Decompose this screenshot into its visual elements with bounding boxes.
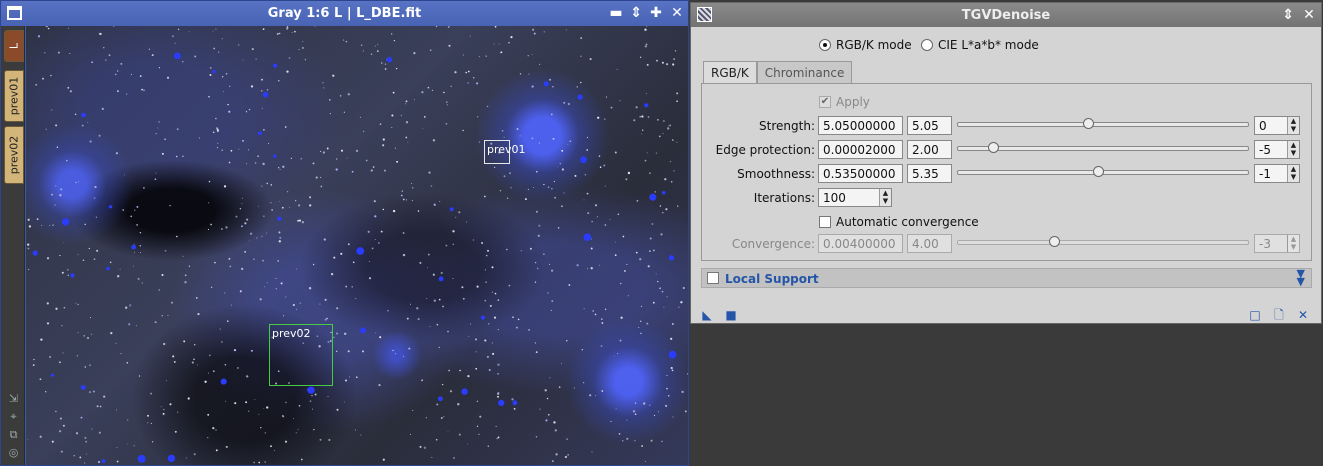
shade-icon[interactable]: ⇕	[627, 4, 645, 22]
spin-arrows-icon[interactable]: ▲ ▼	[1287, 165, 1299, 182]
expand-icon[interactable]: ▼ ▼	[1297, 268, 1305, 287]
close-icon[interactable]: ✕	[1300, 6, 1318, 24]
strength-short-field[interactable]: 5.05	[907, 116, 952, 135]
smoothness-exponent-spin[interactable]: -1 ▲ ▼	[1254, 164, 1300, 183]
process-body: RGB/K mode CIE L*a*b* mode RGB/K Chromin…	[691, 27, 1321, 323]
target-icon[interactable]: ◎	[7, 446, 20, 459]
tab-prev02[interactable]: prev02	[4, 126, 24, 184]
shade-icon[interactable]: ⇕	[1279, 6, 1297, 24]
close-icon[interactable]: ✕	[668, 4, 686, 22]
convergence-short-field[interactable]: 4.00	[907, 234, 952, 253]
strength-label: Strength:	[759, 119, 815, 133]
edge-protection-exponent-spin[interactable]: -5 ▲ ▼	[1254, 140, 1300, 159]
crosshair-icon[interactable]: ⌖	[7, 410, 20, 423]
rgbk-tab-pane: ✔ Apply Strength: 5.05000000 5.05 0 ▲ ▼ E…	[701, 83, 1312, 261]
image-window-titlebar[interactable]: Gray 1:6 L | L_DBE.fit ▬ ⇕ ✚ ✕	[1, 1, 688, 26]
radio-selected-icon	[819, 39, 831, 51]
convergence-exponent-spin[interactable]: -3 ▲ ▼	[1254, 234, 1300, 253]
edge-protection-slider[interactable]	[957, 142, 1249, 153]
spin-arrows-icon[interactable]: ▲ ▼	[1287, 235, 1299, 252]
image-viewport[interactable]: prev01 prev02	[26, 26, 688, 465]
apply-checkbox[interactable]: ✔ Apply	[819, 95, 870, 109]
process-window[interactable]: TGVDenoise ⇕ ✕ RGB/K mode CIE L*a*b* mod…	[690, 2, 1322, 324]
tab-prev01[interactable]: prev01	[4, 70, 24, 122]
smoothness-value-field[interactable]: 0.53500000	[818, 164, 903, 183]
tab-rgbk[interactable]: RGB/K	[703, 61, 757, 84]
spin-arrows-icon[interactable]: ▲ ▼	[1287, 141, 1299, 158]
smoothness-short-field[interactable]: 5.35	[907, 164, 952, 183]
workspace-background	[690, 325, 1323, 466]
new-instance-icon[interactable]: ◣	[701, 309, 713, 321]
image-window[interactable]: Gray 1:6 L | L_DBE.fit ▬ ⇕ ✚ ✕ L prev01 …	[0, 0, 689, 466]
preview-label: prev02	[272, 327, 311, 340]
spin-arrows-icon[interactable]: ▲ ▼	[1287, 117, 1299, 134]
clone-view-icon[interactable]: ⧉	[7, 428, 20, 441]
tab-main-view[interactable]: L	[4, 30, 24, 62]
strength-value-field[interactable]: 5.05000000	[818, 116, 903, 135]
preview-box-prev01[interactable]: prev01	[484, 140, 526, 164]
radio-icon	[921, 39, 933, 51]
iterations-spin[interactable]: 100 ▲ ▼	[818, 188, 892, 207]
process-window-titlebar[interactable]: TGVDenoise ⇕ ✕	[691, 3, 1321, 27]
edge-protection-value-field[interactable]: 0.00002000	[818, 140, 903, 159]
preview-box-prev02[interactable]: prev02	[269, 324, 333, 386]
minimize-icon[interactable]: ▬	[607, 4, 625, 22]
slider-knob[interactable]	[988, 142, 1000, 153]
image-window-title: Gray 1:6 L | L_DBE.fit	[267, 6, 422, 21]
strength-slider[interactable]	[957, 118, 1249, 129]
maximize-icon[interactable]: ✚	[647, 4, 665, 22]
fit-view-icon[interactable]: ⇲	[7, 392, 20, 405]
strength-exponent-spin[interactable]: 0 ▲ ▼	[1254, 116, 1300, 135]
cie-mode-radio[interactable]: CIE L*a*b* mode	[921, 38, 1039, 52]
process-window-title: TGVDenoise	[961, 8, 1051, 23]
convergence-slider[interactable]	[957, 236, 1249, 247]
iterations-label: Iterations:	[753, 191, 815, 205]
slider-knob[interactable]	[1082, 118, 1094, 129]
edge-protection-label: Edge protection:	[715, 143, 815, 157]
view-tab-bar: L prev01 prev02 ⇲ ⌖ ⧉ ◎	[1, 26, 25, 465]
convergence-value-field[interactable]: 0.00400000	[818, 234, 903, 253]
smoothness-label: Smoothness:	[737, 167, 815, 181]
local-support-section[interactable]: Local Support ▼ ▼	[701, 268, 1312, 288]
tab-bar: RGB/K Chrominance	[703, 61, 853, 84]
document-icon[interactable]: 🗋	[1273, 309, 1285, 321]
checkbox-icon	[707, 272, 719, 284]
local-support-title: Local Support	[725, 272, 819, 286]
spin-arrows-icon[interactable]: ▲ ▼	[879, 189, 891, 206]
check-icon: ✔	[819, 96, 831, 108]
convergence-label: Convergence:	[731, 237, 815, 251]
rgb-mode-radio[interactable]: RGB/K mode	[819, 38, 912, 52]
reset-icon[interactable]: ✕	[1297, 309, 1309, 321]
slider-knob[interactable]	[1092, 166, 1104, 177]
preview-icon[interactable]: □	[1249, 309, 1261, 321]
edge-protection-short-field[interactable]: 2.00	[907, 140, 952, 159]
star-field	[27, 26, 688, 464]
local-support-checkbox[interactable]	[707, 272, 719, 284]
apply-square-icon[interactable]: ■	[725, 309, 737, 321]
slider-knob[interactable]	[1049, 236, 1061, 247]
preview-label: prev01	[487, 143, 526, 156]
smoothness-slider[interactable]	[957, 166, 1249, 177]
checkbox-icon	[819, 216, 831, 228]
tab-chrominance[interactable]: Chrominance	[756, 61, 853, 84]
auto-convergence-checkbox[interactable]: Automatic convergence	[819, 215, 979, 229]
